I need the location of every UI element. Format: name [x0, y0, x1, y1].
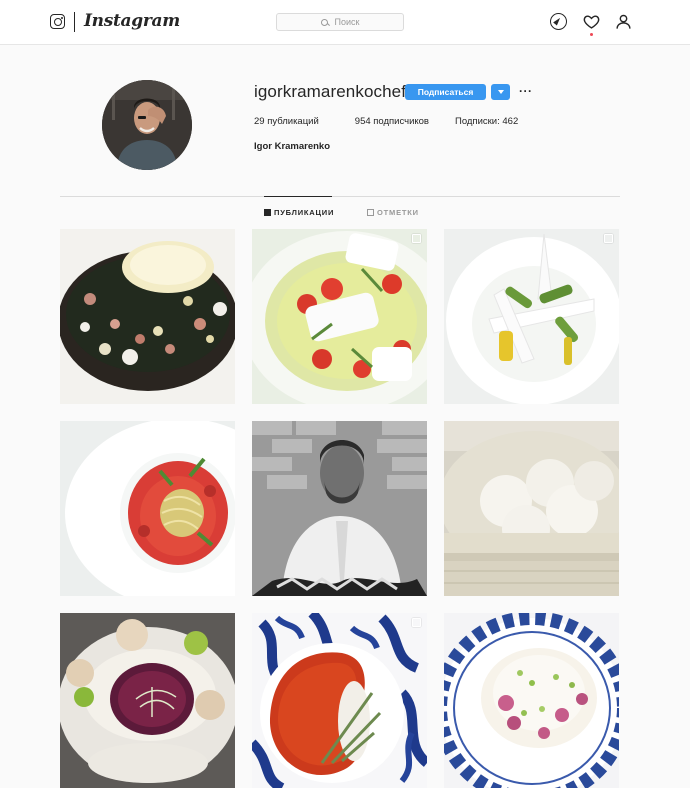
heart-icon[interactable] — [583, 13, 600, 30]
follow-button[interactable]: Подписаться — [405, 84, 486, 100]
tab-posts-label: ПУБЛИКАЦИИ — [274, 208, 335, 217]
instagram-icon[interactable] — [50, 14, 65, 29]
suggestions-dropdown-button[interactable] — [491, 84, 510, 100]
chevron-down-icon — [497, 90, 504, 94]
tab-posts[interactable]: ПУБЛИКАЦИИ — [264, 208, 334, 217]
notification-dot — [590, 33, 593, 36]
post-thumbnail[interactable] — [252, 613, 427, 788]
grid-icon — [264, 209, 271, 216]
multiple-photos-icon — [412, 618, 421, 627]
user-icon[interactable] — [615, 13, 632, 30]
logo-divider — [74, 12, 75, 32]
profile-username: igorkramarenkochef — [254, 82, 407, 101]
post-thumbnail[interactable] — [60, 421, 235, 596]
post-thumbnail[interactable] — [444, 613, 619, 788]
posts-grid — [60, 229, 620, 788]
multiple-photos-icon — [604, 234, 613, 243]
post-thumbnail[interactable] — [444, 421, 619, 596]
top-navigation-bar: Instagram Поиск — [0, 0, 690, 45]
followers-count[interactable]: 954 подписчиков — [355, 116, 429, 127]
posts-count: 29 публикаций — [254, 116, 319, 127]
profile-stats: 29 публикаций 954 подписчиков Подписки: … — [254, 116, 554, 127]
active-tab-indicator — [264, 196, 332, 197]
tab-tagged-label: ОТМЕТКИ — [377, 208, 419, 217]
post-thumbnail[interactable] — [60, 613, 235, 788]
following-count[interactable]: Подписки: 462 — [455, 116, 518, 127]
instagram-logo-text[interactable]: Instagram — [84, 11, 180, 31]
search-placeholder: Поиск — [334, 17, 360, 27]
multiple-photos-icon — [412, 234, 421, 243]
search-input[interactable]: Поиск — [276, 13, 404, 31]
profile-avatar[interactable] — [102, 80, 192, 170]
compass-icon[interactable] — [550, 13, 567, 30]
post-thumbnail[interactable] — [444, 229, 619, 404]
profile-full-name: Igor Kramarenko — [254, 141, 331, 152]
tabs-divider — [60, 196, 620, 197]
search-icon — [320, 18, 328, 26]
post-thumbnail[interactable] — [252, 229, 427, 404]
post-thumbnail[interactable] — [252, 421, 427, 596]
more-options-button[interactable]: ··· — [519, 84, 533, 98]
tab-tagged[interactable]: ОТМЕТКИ — [367, 208, 419, 217]
tag-icon — [367, 209, 374, 216]
post-thumbnail[interactable] — [60, 229, 235, 404]
